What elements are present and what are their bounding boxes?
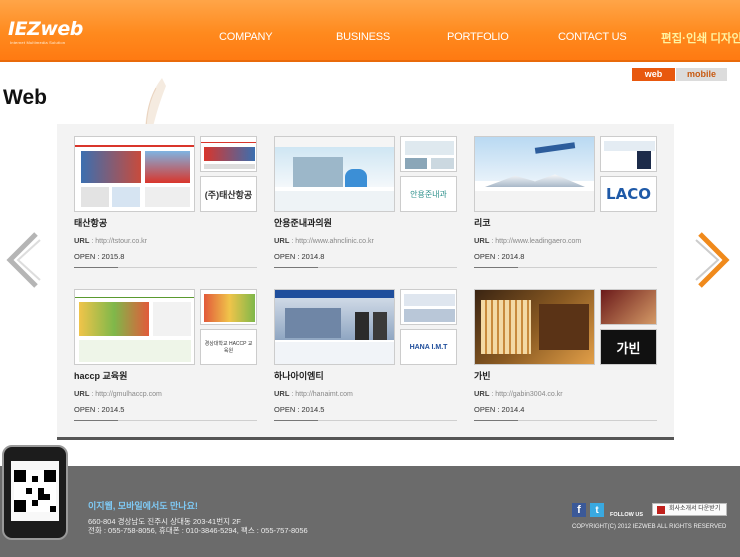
thumbnail-main (474, 136, 595, 212)
follow-us-label: FOLLOW US (610, 512, 643, 518)
portfolio-card[interactable]: (주)태산항공 태산항공 URL : http://tstour.co.kr O… (74, 136, 257, 268)
url-value[interactable]: http://gmulhaccp.com (95, 391, 162, 398)
url-label: URL (74, 236, 90, 245)
card-url[interactable]: URL : http://gmulhaccp.com (74, 389, 162, 398)
card-url[interactable]: URL : http://gabin3004.co.kr (474, 389, 563, 398)
twitter-icon[interactable]: t (590, 503, 604, 517)
tab-mobile[interactable]: mobile (676, 68, 727, 81)
card-url[interactable]: URL : http://hanaimt.com (274, 389, 353, 398)
portfolio-card[interactable]: HANA I.M.T 하나아이엠티 URL : http://hanaimt.c… (274, 289, 457, 421)
tab-web[interactable]: web (632, 68, 675, 81)
card-open-date: OPEN : 2014.5 (274, 405, 325, 414)
portfolio-card[interactable]: 안용준내과 안용준내과의원 URL : http://www.ahnclinic… (274, 136, 457, 268)
thumbnail-sub (400, 136, 457, 172)
site-thumbnail[interactable]: (주)태산항공 (74, 136, 257, 212)
url-value[interactable]: http://hanaimt.com (295, 391, 353, 398)
phone-device (2, 445, 68, 540)
card-open-date: OPEN : 2014.8 (274, 252, 325, 261)
page-title: Web (3, 86, 47, 109)
portfolio-card[interactable]: LACO 리코 URL : http://www.leadingaero.com… (474, 136, 657, 268)
footer-contact: 전화 : 055-758-8056, 휴대폰 : 010-3846-5294, … (88, 526, 308, 535)
facebook-icon[interactable]: f (572, 503, 586, 517)
pdf-icon (657, 506, 665, 514)
nav-portfolio[interactable]: PORTFOLIO (447, 31, 509, 43)
url-value[interactable]: http://tstour.co.kr (95, 238, 147, 245)
site-thumbnail[interactable]: 가빈 (474, 289, 657, 365)
client-logo-text: LACO (606, 185, 651, 203)
nav-contact[interactable]: CONTACT US (558, 31, 627, 43)
client-logo-text: (주)태산항공 (204, 189, 253, 200)
divider-accent (474, 420, 518, 421)
thumbnail-sub (200, 136, 257, 172)
card-title: 리코 (474, 218, 491, 228)
thumbnail-sub (400, 289, 457, 325)
url-label: URL (474, 389, 490, 398)
site-thumbnail[interactable]: 경상대학교 HACCP 교육원 (74, 289, 257, 365)
card-title: 안용준내과의원 (274, 218, 332, 228)
url-label: URL (274, 389, 290, 398)
thumbnail-sub (600, 289, 657, 325)
site-thumbnail[interactable]: HANA I.M.T (274, 289, 457, 365)
portfolio-card[interactable]: 가빈 가빈 URL : http://gabin3004.co.kr OPEN … (474, 289, 657, 421)
card-title: 태산항공 (74, 218, 108, 228)
divider-accent (274, 267, 318, 268)
download-brochure-button[interactable]: 회사소개서 다운받기 (652, 503, 727, 516)
divider-accent (74, 267, 118, 268)
client-logo-text: 경상대학교 HACCP 교육원 (204, 341, 253, 354)
thumbnail-logo: 경상대학교 HACCP 교육원 (200, 329, 257, 365)
divider-accent (474, 267, 518, 268)
thumbnail-logo: (주)태산항공 (200, 176, 257, 212)
logo-text: IEZweb (8, 18, 83, 40)
thumbnail-sub (200, 289, 257, 325)
chevron-left-icon[interactable] (4, 230, 44, 290)
footer-slogan: 이지웹, 모바일에서도 만나요! (88, 501, 198, 511)
chevron-right-icon[interactable] (692, 230, 732, 290)
site-thumbnail[interactable]: 안용준내과 (274, 136, 457, 212)
url-label: URL (274, 236, 290, 245)
portfolio-panel: (주)태산항공 태산항공 URL : http://tstour.co.kr O… (57, 124, 674, 440)
url-label: URL (474, 236, 490, 245)
card-open-date: OPEN : 2015.8 (74, 252, 125, 261)
thumbnail-main (74, 136, 195, 212)
logo-tagline: Internet Multimedia Solution (10, 40, 66, 45)
divider-accent (274, 420, 318, 421)
card-title: haccp 교육원 (74, 371, 128, 381)
card-url[interactable]: URL : http://www.leadingaero.com (474, 236, 581, 245)
thumbnail-main (274, 136, 395, 212)
nav-print-design[interactable]: 편집·인쇄 디자인 (661, 30, 740, 46)
site-thumbnail[interactable]: LACO (474, 136, 657, 212)
card-open-date: OPEN : 2014.4 (474, 405, 525, 414)
thumbnail-logo: 가빈 (600, 329, 657, 365)
client-logo-text: 안용준내과 (410, 189, 447, 199)
card-open-date: OPEN : 2014.8 (474, 252, 525, 261)
url-value[interactable]: http://www.leadingaero.com (495, 238, 581, 245)
card-url[interactable]: URL : http://www.ahnclinic.co.kr (274, 236, 374, 245)
thumbnail-main (274, 289, 395, 365)
copyright: COPYRIGHT(C) 2012 IEZWEB ALL RIGHTS RESE… (572, 524, 727, 530)
logo[interactable]: IEZweb Internet Multimedia Solution (8, 18, 83, 52)
download-label: 회사소개서 다운받기 (669, 506, 721, 512)
thumbnail-main (474, 289, 595, 365)
client-logo-text: HANA I.M.T (409, 343, 448, 351)
url-value[interactable]: http://www.ahnclinic.co.kr (295, 238, 374, 245)
client-logo-text: 가빈 (616, 340, 641, 356)
url-value[interactable]: http://gabin3004.co.kr (495, 391, 562, 398)
url-label: URL (74, 389, 90, 398)
nav-company[interactable]: COMPANY (219, 31, 273, 43)
site-header: IEZweb Internet Multimedia Solution COMP… (0, 0, 740, 62)
thumbnail-logo: LACO (600, 176, 657, 212)
thumbnail-main (74, 289, 195, 365)
card-open-date: OPEN : 2014.5 (74, 405, 125, 414)
card-url[interactable]: URL : http://tstour.co.kr (74, 236, 147, 245)
thumbnail-logo: 안용준내과 (400, 176, 457, 212)
divider-accent (74, 420, 118, 421)
card-title: 하나아이엠티 (274, 371, 324, 381)
thumbnail-sub (600, 136, 657, 172)
qr-code-icon[interactable] (11, 461, 59, 521)
thumbnail-logo: HANA I.M.T (400, 329, 457, 365)
portfolio-card[interactable]: 경상대학교 HACCP 교육원 haccp 교육원 URL : http://g… (74, 289, 257, 421)
nav-business[interactable]: BUSINESS (336, 31, 390, 43)
card-title: 가빈 (474, 371, 491, 381)
